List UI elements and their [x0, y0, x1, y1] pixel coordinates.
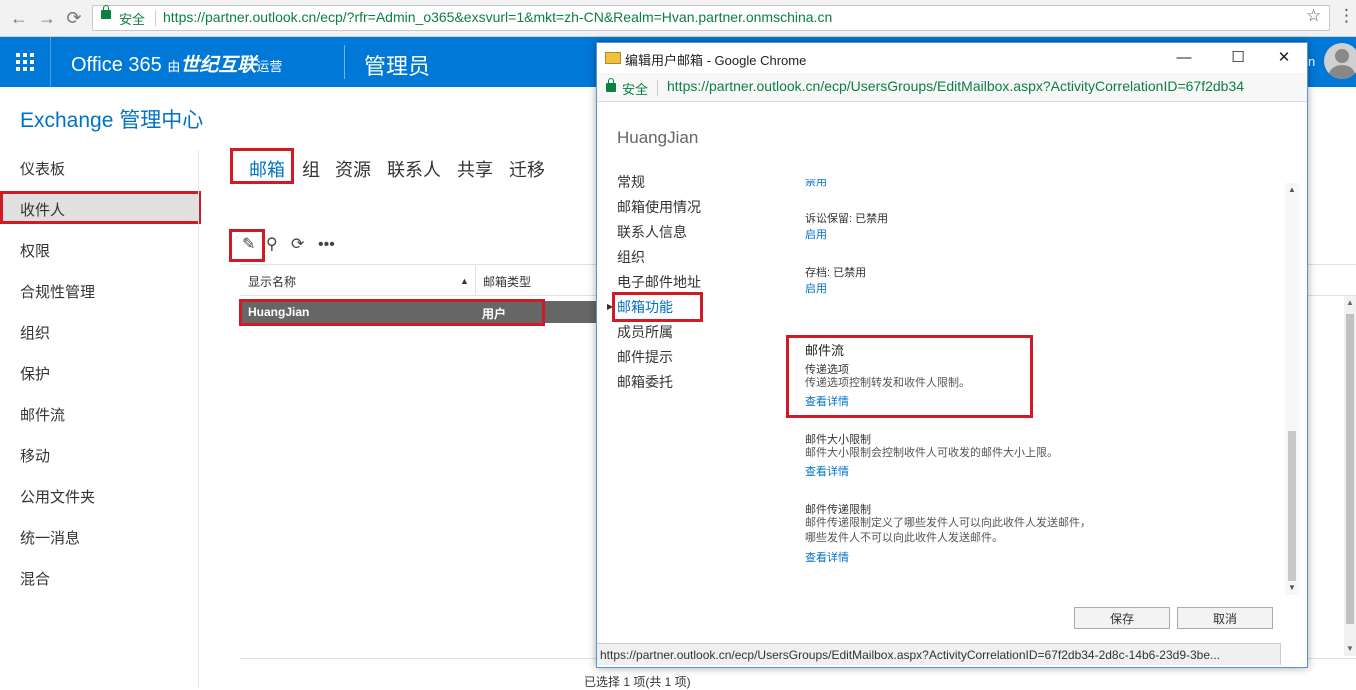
popup-address-bar[interactable]: 安全 https://partner.outlook.cn/ecp/UsersG… — [597, 73, 1307, 102]
back-icon[interactable]: ← — [8, 7, 30, 29]
selection-status: 已选择 1 项(共 1 项) — [584, 675, 691, 689]
divider — [198, 150, 199, 688]
popup-nav-general[interactable]: 常规 — [617, 172, 645, 192]
more-menu-icon[interactable]: ⋮ — [1338, 6, 1355, 26]
delivery-restrictions-view-details-link[interactable]: 查看详情 — [805, 549, 849, 565]
column-header-display-name[interactable]: 显示名称 — [248, 273, 296, 290]
cancel-button[interactable]: 取消 — [1177, 607, 1273, 629]
divider — [50, 37, 51, 87]
lock-icon — [101, 5, 111, 19]
nav-item-mail-flow[interactable]: 邮件流 — [20, 404, 65, 425]
close-icon[interactable]: ✕ — [1273, 47, 1295, 69]
nav-item-compliance[interactable]: 合规性管理 — [20, 281, 95, 302]
highlight-box — [239, 299, 545, 326]
brand[interactable]: Office 365 由世纪互联运营 — [71, 50, 282, 77]
star-icon[interactable]: ☆ — [1306, 6, 1321, 26]
scroll-up-icon[interactable]: ▲ — [1346, 298, 1354, 307]
archive-status: 存档: 已禁用 — [805, 267, 867, 279]
scroll-down-icon[interactable]: ▼ — [1288, 583, 1296, 592]
popup-nav-mailtip[interactable]: 邮件提示 — [617, 347, 673, 367]
litigation-hold-enable-link[interactable]: 启用 — [805, 226, 827, 242]
divider — [344, 45, 345, 79]
address-bar[interactable]: 安全 https://partner.outlook.cn/ecp/?rfr=A… — [92, 5, 1330, 31]
app-launcher-icon[interactable] — [0, 37, 50, 87]
size-limit-view-details-link[interactable]: 查看详情 — [805, 463, 849, 479]
secure-label: 安全 — [622, 82, 649, 97]
search-icon[interactable]: ⚲ — [266, 234, 278, 254]
disable-link[interactable]: 禁用 — [805, 179, 827, 189]
nav-item-public-folders[interactable]: 公用文件夹 — [20, 486, 95, 507]
reload-icon[interactable]: ⟳ — [63, 7, 85, 29]
brand-company: 世纪互联 — [180, 55, 257, 76]
window-titlebar[interactable]: 编辑用户邮箱 - Google Chrome — ☐ ✕ — [597, 43, 1307, 73]
popup-nav-organization[interactable]: 组织 — [617, 247, 645, 267]
brand-by: 由 — [167, 59, 181, 74]
scrollbar[interactable]: ▲ ▼ — [1285, 183, 1299, 595]
sort-up-icon[interactable]: ▲ — [460, 276, 469, 286]
page-title: Exchange 管理中心 — [20, 109, 204, 132]
brand-name: Office 365 — [71, 54, 162, 76]
highlight-box — [230, 148, 294, 184]
nav-item-mobile[interactable]: 移动 — [20, 445, 50, 466]
status-bar-url: https://partner.outlook.cn/ecp/UsersGrou… — [597, 643, 1281, 665]
popup-nav-contact-info[interactable]: 联系人信息 — [617, 222, 687, 242]
minimize-icon[interactable]: — — [1173, 47, 1195, 69]
more-icon[interactable]: ••• — [318, 236, 335, 254]
refresh-icon[interactable]: ⟳ — [291, 234, 304, 254]
popup-nav-mailbox-usage[interactable]: 邮箱使用情况 — [617, 197, 701, 217]
scrollbar-thumb[interactable] — [1346, 314, 1354, 624]
nav-item-permissions[interactable]: 权限 — [20, 240, 50, 261]
mail-icon — [605, 52, 621, 64]
nav-item-unified-messaging[interactable]: 统一消息 — [20, 527, 80, 548]
nav-item-dashboard[interactable]: 仪表板 — [20, 158, 65, 179]
archive-enable-link[interactable]: 启用 — [805, 280, 827, 296]
tab-groups[interactable]: 组 — [302, 156, 320, 182]
avatar[interactable] — [1324, 43, 1356, 79]
highlight-box — [612, 292, 703, 322]
lock-icon — [606, 78, 616, 92]
size-limit-desc: 邮件大小限制会控制收件人可收发的邮件大小上限。 — [805, 447, 1058, 459]
size-limit-title: 邮件大小限制 — [805, 434, 871, 446]
column-header-mailbox-type[interactable]: 邮箱类型 — [483, 273, 531, 290]
tab-migration[interactable]: 迁移 — [509, 156, 545, 182]
popup-nav-email-address[interactable]: 电子邮件地址 — [617, 272, 701, 292]
edit-mailbox-window: 编辑用户邮箱 - Google Chrome — ☐ ✕ 安全 https://… — [596, 42, 1308, 668]
litigation-hold-status: 诉讼保留: 已禁用 — [805, 213, 889, 225]
browser-toolbar: ← → ⟳ 安全 https://partner.outlook.cn/ecp/… — [0, 0, 1356, 37]
divider — [657, 80, 658, 96]
user-name-fragment: n — [1308, 54, 1316, 69]
brand-operate: 运营 — [256, 59, 283, 74]
scroll-down-icon[interactable]: ▼ — [1346, 644, 1354, 653]
admin-title[interactable]: 管理员 — [364, 49, 430, 81]
tab-contacts[interactable]: 联系人 — [387, 156, 441, 182]
window-title: 编辑用户邮箱 - Google Chrome — [625, 53, 807, 68]
mailbox-user-name: HuangJian — [617, 128, 699, 147]
popup-nav-member-of[interactable]: 成员所属 — [617, 322, 673, 342]
divider — [475, 266, 476, 294]
scrollbar[interactable]: ▲ ▼ — [1344, 296, 1356, 656]
scroll-up-icon[interactable]: ▲ — [1288, 185, 1296, 194]
highlight-box — [786, 335, 1033, 418]
forward-icon[interactable]: → — [36, 7, 58, 29]
popup-nav-mailbox-delegation[interactable]: 邮箱委托 — [617, 372, 673, 392]
nav-item-organization[interactable]: 组织 — [20, 322, 50, 343]
url-text[interactable]: https://partner.outlook.cn/ecp/UsersGrou… — [667, 78, 1244, 94]
delivery-restrictions-title: 邮件传递限制 — [805, 504, 871, 516]
tab-shared[interactable]: 共享 — [457, 156, 493, 182]
tab-resources[interactable]: 资源 — [335, 156, 371, 182]
url-text[interactable]: https://partner.outlook.cn/ecp/?rfr=Admi… — [163, 9, 832, 25]
secure-label: 安全 — [119, 12, 146, 27]
divider — [155, 10, 156, 26]
nav-item-hybrid[interactable]: 混合 — [20, 568, 50, 589]
highlight-box — [229, 229, 265, 262]
highlight-box — [0, 191, 201, 224]
save-button[interactable]: 保存 — [1074, 607, 1170, 629]
delivery-restrictions-desc: 邮件传递限制定义了哪些发件人可以向此收件人发送邮件，哪些发件人不可以向此收件人发… — [805, 517, 1091, 544]
nav-item-protection[interactable]: 保护 — [20, 363, 50, 384]
scrollbar-thumb[interactable] — [1288, 431, 1296, 581]
maximize-icon[interactable]: ☐ — [1227, 47, 1249, 69]
